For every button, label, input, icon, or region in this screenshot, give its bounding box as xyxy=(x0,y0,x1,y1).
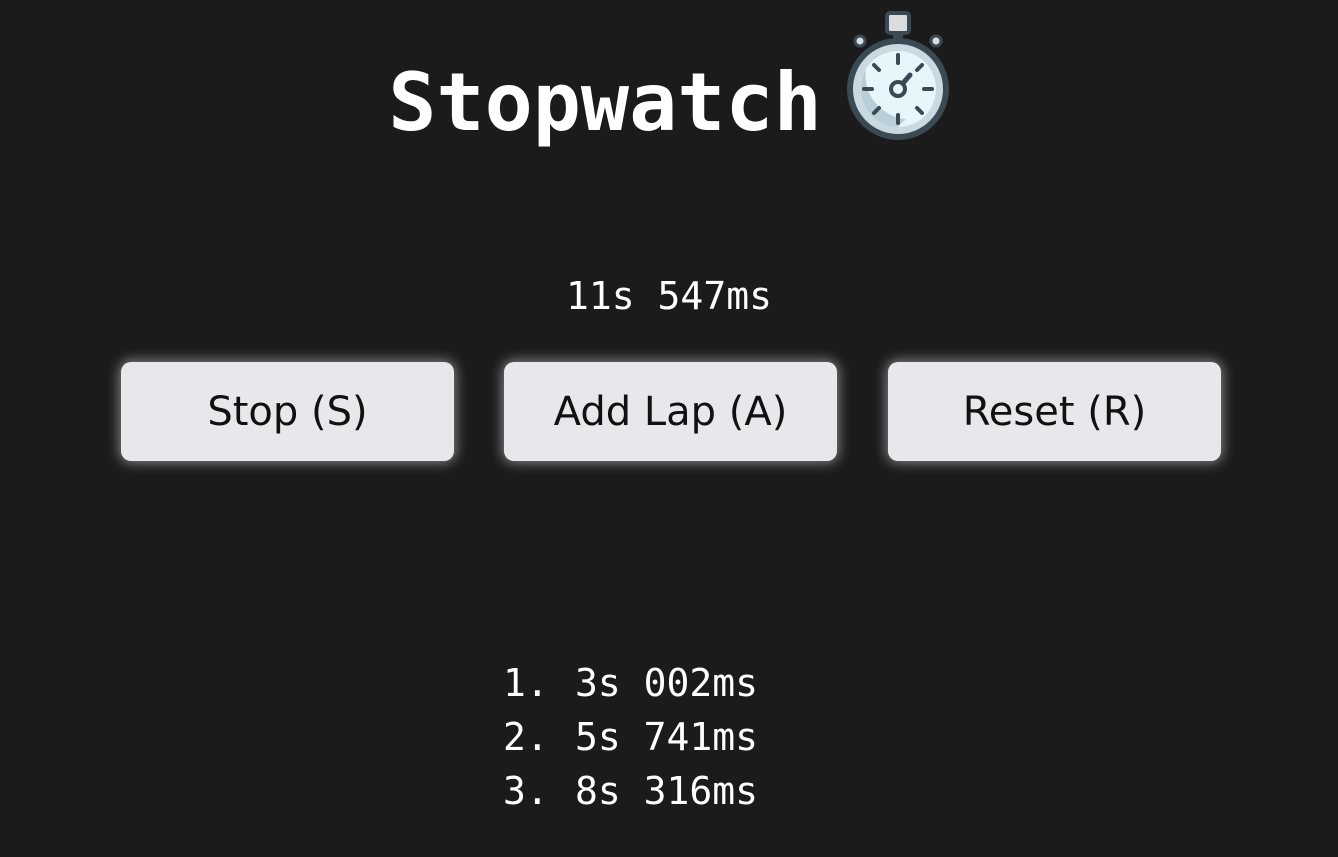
lap-number: 1. xyxy=(503,661,549,705)
stop-button[interactable]: Stop (S) xyxy=(121,362,454,461)
stopwatch-app: Stopwatch 11s 547ms Stop (S) Add Lap (A)… xyxy=(0,0,1338,857)
stopwatch-icon xyxy=(846,11,949,140)
reset-button[interactable]: Reset (R) xyxy=(888,362,1221,461)
lap-number: 3. xyxy=(503,769,549,813)
add-lap-button[interactable]: Add Lap (A) xyxy=(504,362,837,461)
header: Stopwatch xyxy=(0,11,1338,166)
lap-item: 3. 8s 316ms xyxy=(503,764,758,818)
lap-time: 8s 316ms xyxy=(575,769,759,813)
lap-time: 5s 741ms xyxy=(575,715,759,759)
lap-list: 1. 3s 002ms 2. 5s 741ms 3. 8s 316ms xyxy=(503,656,758,818)
lap-item: 1. 3s 002ms xyxy=(503,656,758,710)
lap-number: 2. xyxy=(503,715,549,759)
lap-time: 3s 002ms xyxy=(575,661,759,705)
elapsed-time: 11s 547ms xyxy=(566,274,772,318)
page-title: Stopwatch xyxy=(388,56,822,149)
lap-item: 2. 5s 741ms xyxy=(503,710,758,764)
